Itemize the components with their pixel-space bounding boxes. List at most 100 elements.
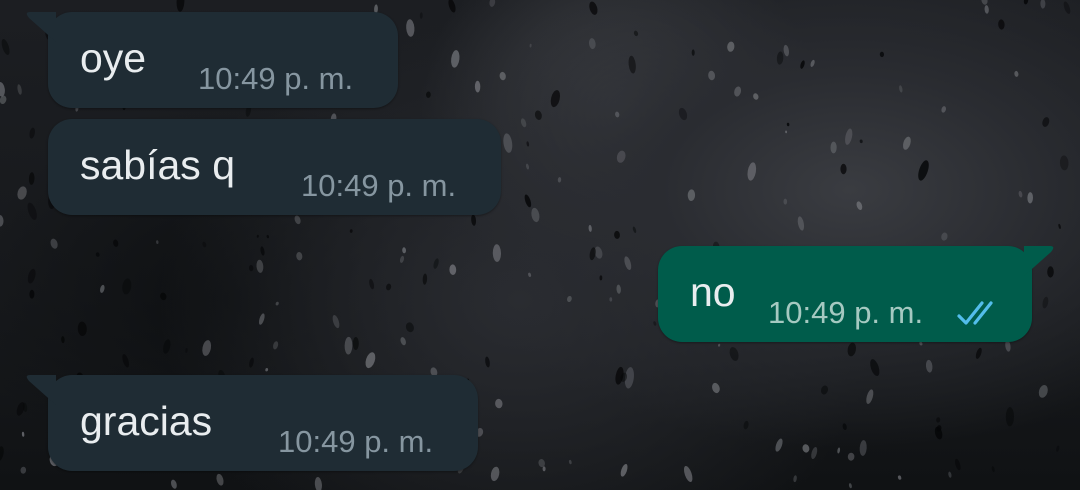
raindrop — [1042, 296, 1049, 309]
raindrop — [485, 356, 490, 368]
raindrop — [61, 336, 65, 344]
raindrop — [870, 359, 880, 377]
raindrop — [176, 0, 185, 12]
raindrop — [332, 315, 340, 329]
raindrop — [632, 226, 637, 233]
raindrop — [845, 128, 853, 145]
raindrop — [542, 466, 546, 472]
raindrop — [620, 463, 628, 477]
raindrop — [495, 398, 503, 409]
raindrop — [17, 186, 27, 200]
raindrop — [712, 382, 720, 394]
raindrop — [294, 215, 301, 225]
raindrop — [568, 459, 572, 465]
raindrop — [948, 471, 952, 478]
raindrop — [734, 86, 742, 97]
raindrop — [797, 216, 805, 231]
raindrop — [984, 5, 989, 14]
raindrop — [160, 292, 167, 301]
raindrop — [678, 107, 688, 121]
raindrop — [170, 479, 177, 489]
raindrop — [260, 246, 265, 256]
raindrop — [113, 239, 119, 247]
raindrop — [29, 127, 35, 139]
raindrop — [202, 340, 212, 356]
raindrop — [402, 247, 407, 254]
raindrop — [615, 111, 620, 118]
raindrop — [29, 289, 35, 299]
raindrop — [616, 284, 621, 294]
raindrop — [1063, 1, 1071, 14]
raindrop — [786, 122, 790, 127]
raindrop — [975, 347, 982, 359]
raindrop — [275, 301, 279, 306]
raindrop — [941, 232, 948, 241]
raindrop — [955, 458, 961, 471]
raindrop — [0, 446, 4, 461]
message-bubble-incoming[interactable]: oye 10:49 p. m. — [26, 12, 398, 108]
raindrop — [525, 163, 530, 170]
message-bubble-outgoing[interactable]: no 10:49 p. m. — [658, 246, 1054, 342]
raindrop — [27, 268, 36, 284]
raindrop — [451, 50, 460, 68]
raindrop — [624, 256, 632, 271]
raindrop — [616, 150, 626, 163]
message-bubble-incoming[interactable]: sabías q 10:49 p. m. — [48, 119, 501, 215]
raindrop — [800, 60, 805, 69]
raindrop — [448, 0, 456, 13]
raindrop — [122, 278, 132, 295]
raindrop — [783, 198, 788, 205]
raindrop — [1023, 0, 1029, 5]
raindrop — [609, 297, 613, 302]
raindrop — [991, 466, 995, 473]
bubble-tail — [26, 12, 56, 42]
raindrop — [550, 90, 561, 108]
raindrop — [531, 207, 540, 223]
raindrop — [28, 172, 35, 185]
message-text: sabías q — [80, 142, 235, 188]
raindrop — [489, 0, 496, 7]
raindrop — [400, 337, 406, 346]
raindrop — [793, 475, 797, 483]
raindrop — [859, 139, 863, 144]
raindrop — [918, 160, 929, 181]
raindrop — [526, 141, 530, 147]
raindrop — [100, 284, 105, 293]
raindrop — [747, 162, 757, 181]
message-bubble-incoming[interactable]: gracias 10:49 p. m. — [26, 375, 478, 471]
raindrop — [628, 55, 636, 74]
raindrop — [683, 465, 693, 483]
raindrop — [811, 446, 818, 460]
raindrop — [1, 39, 10, 55]
message-timestamp: 10:49 p. m. — [278, 424, 434, 459]
raindrop — [216, 473, 224, 486]
raindrop — [0, 215, 4, 227]
raindrop — [1005, 407, 1015, 427]
raindrop — [1038, 385, 1048, 398]
raindrop — [856, 201, 863, 211]
raindrop — [1042, 117, 1050, 127]
raindrop — [492, 244, 502, 262]
raindrop — [1058, 223, 1061, 229]
raindrop — [314, 477, 322, 490]
raindrop — [615, 366, 624, 385]
raindrop — [17, 84, 22, 95]
raindrop — [557, 177, 562, 183]
raindrop — [256, 259, 264, 273]
raindrop — [349, 229, 353, 233]
raindrop — [1056, 445, 1060, 452]
raindrop — [0, 81, 5, 97]
raindrop — [386, 283, 392, 291]
raindrop — [941, 106, 947, 113]
raindrop — [1014, 70, 1019, 77]
raindrop — [708, 70, 716, 81]
raindrop — [256, 234, 259, 238]
raindrop — [802, 444, 810, 453]
raindrop — [474, 80, 481, 93]
raindrop — [847, 452, 855, 461]
raindrop — [503, 133, 513, 153]
raindrop — [981, 0, 988, 5]
raindrop — [425, 91, 431, 98]
raindrop — [202, 241, 207, 248]
raindrop — [1040, 0, 1046, 9]
